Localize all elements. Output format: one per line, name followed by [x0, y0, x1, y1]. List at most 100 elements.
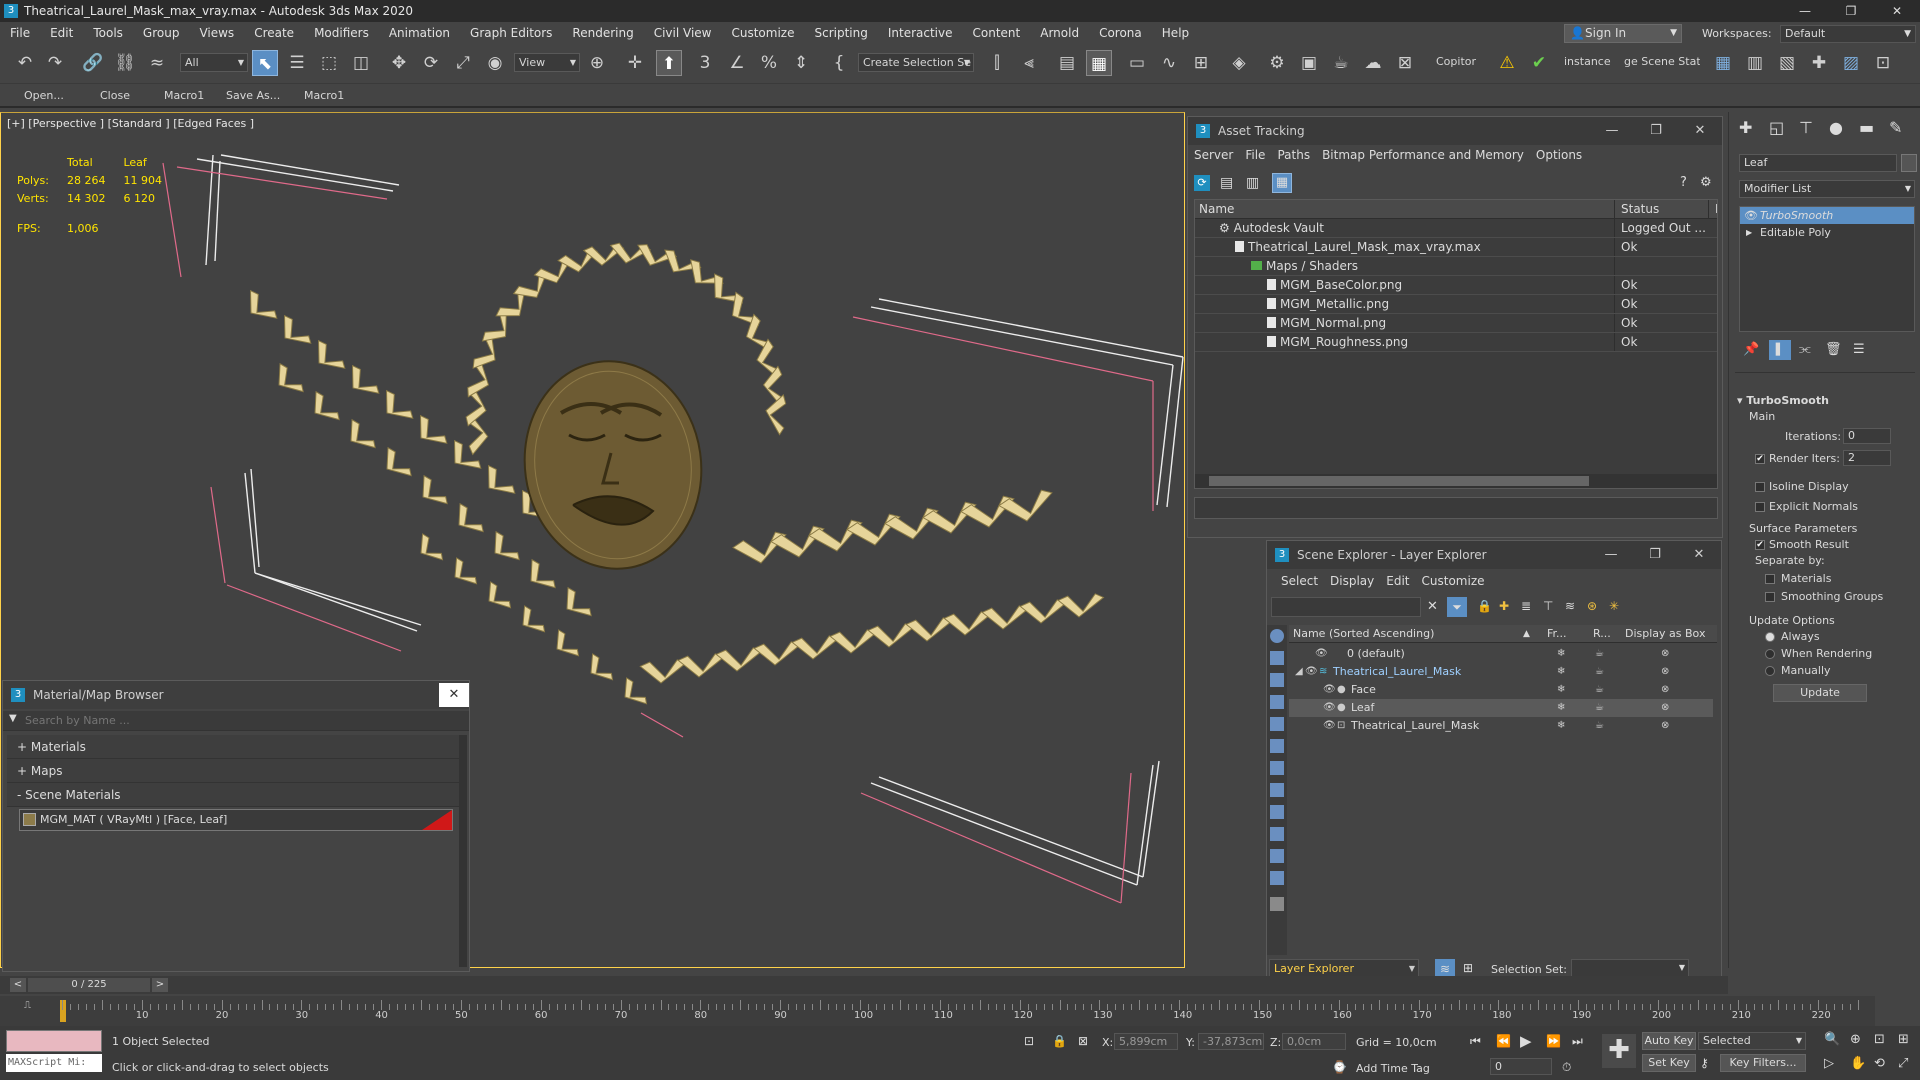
menu-civil-view[interactable]: Civil View [644, 22, 722, 44]
ribbon-icon[interactable]: ▭ [1124, 50, 1150, 76]
visibility-eye-icon[interactable]: 👁 [1315, 645, 1328, 663]
toolbar-extra-2-icon[interactable]: ▥ [1742, 50, 1768, 76]
turbosmooth-rollout-title[interactable]: ▾ TurboSmooth [1737, 394, 1829, 407]
freeze-icon[interactable]: ❄ [1557, 645, 1565, 663]
redo-icon[interactable]: ↷ [42, 50, 68, 76]
display-options-icon[interactable] [1270, 897, 1284, 911]
chevron-down-icon[interactable]: ▼ [9, 713, 17, 724]
modifier-list-dropdown[interactable]: Modifier List ▼ [1739, 180, 1915, 198]
rendered-frame-window-icon[interactable]: ▣ [1296, 50, 1322, 76]
materials-category[interactable]: + Materials [7, 735, 461, 759]
list-item[interactable]: 👁 0 (default) ❄ ☕ ⊗ [1289, 645, 1713, 663]
visibility-eye-icon[interactable]: 👁 [1323, 717, 1336, 735]
time-tag-icon[interactable]: ⌚ [1332, 1060, 1347, 1074]
set-key-button[interactable]: Set Key [1642, 1054, 1696, 1072]
keyboard-shortcut-override-icon[interactable]: ⬆ [656, 50, 682, 76]
menu-views[interactable]: Views [189, 22, 244, 44]
zoom-all-icon[interactable]: ⊕ [1850, 1032, 1861, 1047]
render-cloud-icon[interactable]: ☁ [1360, 50, 1386, 76]
set-key-big-icon[interactable]: ✚ [1602, 1034, 1636, 1068]
table-row[interactable]: ⚙ Autodesk Vault Logged Out ... [1195, 219, 1717, 238]
pivot-center-icon[interactable]: ⊕ [584, 50, 610, 76]
visibility-eye-icon[interactable]: 👁 [1744, 207, 1758, 224]
collapse-arrow-icon[interactable]: ◢ [1295, 663, 1303, 681]
display-as-box-icon[interactable]: ⊗ [1661, 663, 1669, 681]
scene-material-item[interactable]: MGM_MAT ( VRayMtl ) [Face, Leaf] [19, 809, 453, 831]
remove-modifier-icon[interactable]: 🗑 [1825, 342, 1842, 357]
scene-materials-category[interactable]: - Scene Materials [7, 783, 461, 807]
lock-icon[interactable]: 🔒 [1477, 599, 1492, 613]
menu-bitmap-performance[interactable]: Bitmap Performance and Memory [1316, 148, 1530, 162]
menu-display[interactable]: Display [1324, 574, 1380, 588]
column-render[interactable]: R... [1593, 625, 1611, 643]
selection-filter-dropdown[interactable]: All ▼ [180, 53, 248, 72]
menu-interactive[interactable]: Interactive [878, 22, 963, 44]
close-button[interactable]: ✕ [439, 683, 469, 707]
menu-rendering[interactable]: Rendering [562, 22, 643, 44]
explicit-normals-checkbox[interactable] [1755, 502, 1765, 512]
scrollbar-thumb[interactable] [1209, 476, 1589, 486]
add-time-tag[interactable]: Add Time Tag [1356, 1062, 1430, 1075]
render-teapot-icon[interactable]: ☕ [1595, 645, 1604, 663]
macro1-button[interactable]: Macro1 [164, 89, 204, 102]
toolbar-extra-6-icon[interactable]: ⊡ [1870, 50, 1896, 76]
menu-scripting[interactable]: Scripting [804, 22, 877, 44]
next-frame-button[interactable]: > [152, 978, 168, 992]
field-of-view-icon[interactable]: ▷ [1824, 1056, 1834, 1071]
macro-close-button[interactable]: Close [100, 89, 130, 102]
layer-manager-icon[interactable]: ▤ [1054, 50, 1080, 76]
toolbar-extra-5-icon[interactable]: ▨ [1838, 50, 1864, 76]
new-layer-icon[interactable]: ✚ [1499, 599, 1509, 613]
menu-server[interactable]: Server [1188, 148, 1239, 162]
snaps-toggle-icon[interactable]: 3 [692, 50, 718, 76]
menu-corona[interactable]: Corona [1089, 22, 1152, 44]
scene-stat-button[interactable]: ge Scene Stat [1624, 55, 1700, 68]
list-item[interactable]: ◢ 👁 ≋ Theatrical_Laurel_Mask ❄ ☕ ⊗ [1289, 663, 1713, 681]
visibility-eye-icon[interactable]: 👁 [1305, 663, 1318, 681]
reference-coordinate-dropdown[interactable]: View ▼ [514, 53, 580, 72]
filter-icon[interactable]: ⏷ [1447, 597, 1467, 617]
menu-customize[interactable]: Customize [1416, 574, 1491, 588]
minimize-button[interactable]: — [1589, 541, 1633, 569]
list-item[interactable]: 👁 ⊡ Theatrical_Laurel_Mask ❄ ☕ ⊗ [1289, 717, 1713, 735]
percent-snap-icon[interactable]: % [756, 50, 782, 76]
freeze-icon[interactable]: ❄ [1557, 681, 1565, 699]
render-grid-icon[interactable]: ⊠ [1392, 50, 1418, 76]
curve-editor-icon[interactable]: ∿ [1156, 50, 1182, 76]
menu-arnold[interactable]: Arnold [1030, 22, 1089, 44]
smooth-result-checkbox[interactable]: ✔ [1755, 540, 1765, 550]
display-helpers-icon[interactable] [1270, 739, 1284, 753]
auto-key-button[interactable]: Auto Key [1642, 1032, 1696, 1050]
time-config-icon[interactable]: ⏱ [1562, 1060, 1571, 1075]
menu-edit[interactable]: Edit [40, 22, 83, 44]
table-row[interactable]: Maps / Shaders [1195, 257, 1717, 276]
menu-select[interactable]: Select [1275, 574, 1324, 588]
menu-graph-editors[interactable]: Graph Editors [460, 22, 562, 44]
mirror-icon[interactable]: ⫿ [984, 50, 1010, 76]
utilities-tab-icon[interactable]: ✎ [1889, 118, 1902, 137]
placement-icon[interactable]: ◉ [482, 50, 508, 76]
select-object-icon[interactable]: ⬉ [252, 50, 278, 76]
display-all-icon[interactable] [1270, 629, 1284, 643]
display-groups-icon[interactable] [1270, 783, 1284, 797]
isolate-selection-icon[interactable]: ⊡ [1024, 1034, 1034, 1048]
key-mode-dropdown[interactable]: Selected ▼ [1698, 1032, 1806, 1050]
select-manipulate-icon[interactable]: ✛ [622, 50, 648, 76]
display-bones-icon[interactable] [1270, 827, 1284, 841]
menu-group[interactable]: Group [133, 22, 190, 44]
menu-create[interactable]: Create [244, 22, 304, 44]
display-cameras-icon[interactable] [1270, 717, 1284, 731]
column-extra[interactable]: F [1709, 200, 1717, 218]
previous-key-icon[interactable]: ⏪ [1496, 1034, 1511, 1048]
toolbar-extra-1-icon[interactable]: ▦ [1710, 50, 1736, 76]
display-as-box-icon[interactable]: ⊗ [1661, 717, 1669, 735]
column-status[interactable]: Status [1615, 200, 1709, 218]
render-iters-spinner[interactable]: 2 [1843, 450, 1891, 466]
prev-frame-button[interactable]: < [10, 978, 26, 992]
zoom-extents-icon[interactable]: ⊡ [1874, 1032, 1885, 1047]
pin-stack-icon[interactable]: 📌 [1743, 342, 1759, 357]
render-setup-icon[interactable]: ⚙ [1264, 50, 1290, 76]
y-coordinate-field[interactable]: -37,873cm [1198, 1033, 1264, 1050]
display-as-box-icon[interactable]: ⊗ [1661, 681, 1669, 699]
material-editor-icon[interactable]: ◈ [1226, 50, 1252, 76]
